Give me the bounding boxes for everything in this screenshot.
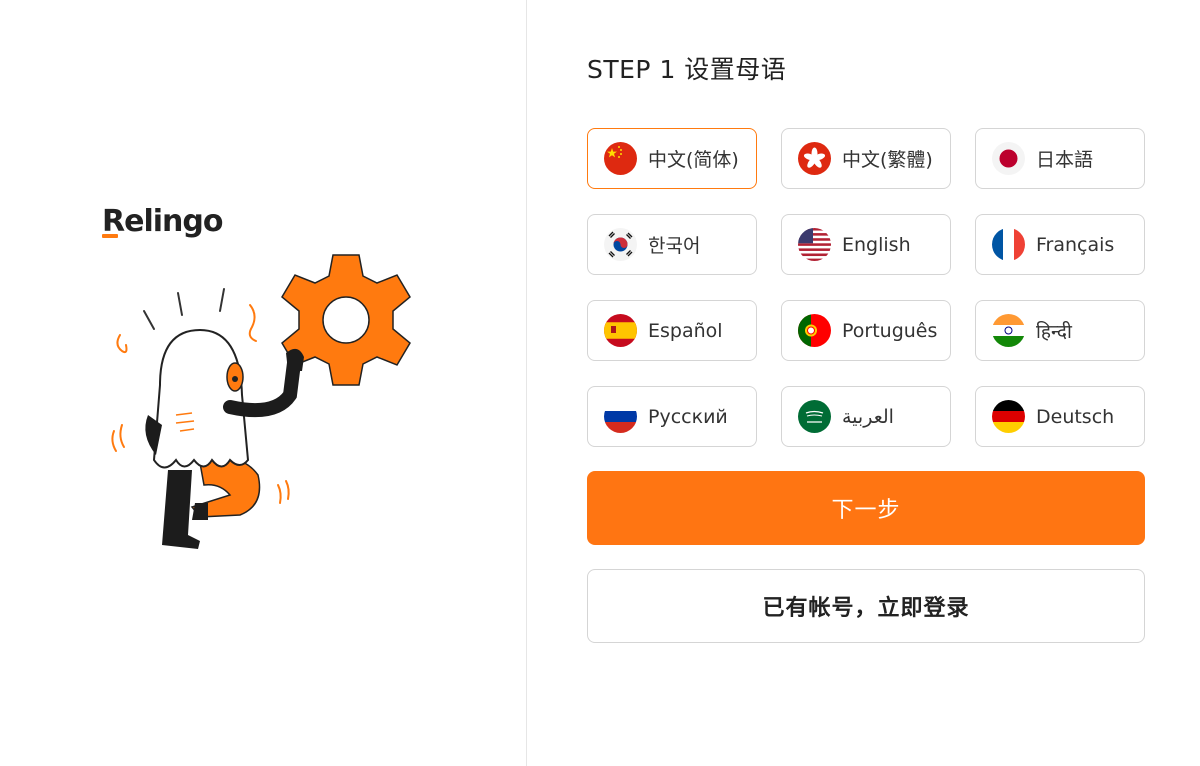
us-flag-icon (798, 228, 831, 261)
language-option-pt[interactable]: Português (781, 300, 951, 361)
next-step-button[interactable]: 下一步 (587, 471, 1145, 545)
language-label: Español (648, 319, 723, 342)
cn-flag-icon (604, 142, 637, 175)
es-flag-icon (604, 314, 637, 347)
in-flag-icon (992, 314, 1025, 347)
pt-flag-icon (798, 314, 831, 347)
language-option-de[interactable]: Deutsch (975, 386, 1145, 447)
language-option-zh-hans[interactable]: 中文(简体) (587, 128, 757, 189)
language-label: Français (1036, 233, 1115, 256)
language-option-ja[interactable]: 日本語 (975, 128, 1145, 189)
language-option-fr[interactable]: Français (975, 214, 1145, 275)
language-option-en[interactable]: English (781, 214, 951, 275)
language-label: 한국어 (648, 235, 701, 257)
language-option-ru[interactable]: Русский (587, 386, 757, 447)
ghost-gear-illustration (111, 254, 411, 549)
language-option-zh-hant[interactable]: 中文(繁體) (781, 128, 951, 189)
language-label: English (842, 233, 911, 256)
de-flag-icon (992, 400, 1025, 433)
jp-flag-icon (992, 142, 1025, 175)
language-label: 中文(简体) (648, 149, 739, 171)
login-button[interactable]: 已有帐号，立即登录 (587, 569, 1145, 643)
language-label: العربية (842, 405, 894, 428)
language-option-ar[interactable]: العربية (781, 386, 951, 447)
step-title: STEP 1 设置母语 (587, 55, 787, 84)
language-label: हिन्दी (1036, 320, 1072, 343)
hk-flag-icon (798, 142, 831, 175)
sa-flag-icon (798, 400, 831, 433)
language-label: 日本語 (1036, 149, 1094, 171)
language-option-ko[interactable]: 한국어 (587, 214, 757, 275)
kr-flag-icon (604, 228, 637, 261)
language-option-hi[interactable]: हिन्दी (975, 300, 1145, 361)
relingo-logo: Relingo (102, 204, 223, 239)
language-option-es[interactable]: Español (587, 300, 757, 361)
ru-flag-icon (604, 400, 637, 433)
language-label: Português (842, 319, 938, 342)
fr-flag-icon (992, 228, 1025, 261)
left-panel: Relingo (0, 0, 526, 766)
logo-underline (102, 234, 118, 238)
language-label: Русский (648, 405, 728, 428)
language-grid: 中文(简体) 中文(繁體) 日本語 한국어 English Français E… (587, 128, 1145, 447)
language-label: Deutsch (1036, 405, 1115, 428)
language-label: 中文(繁體) (842, 149, 933, 171)
